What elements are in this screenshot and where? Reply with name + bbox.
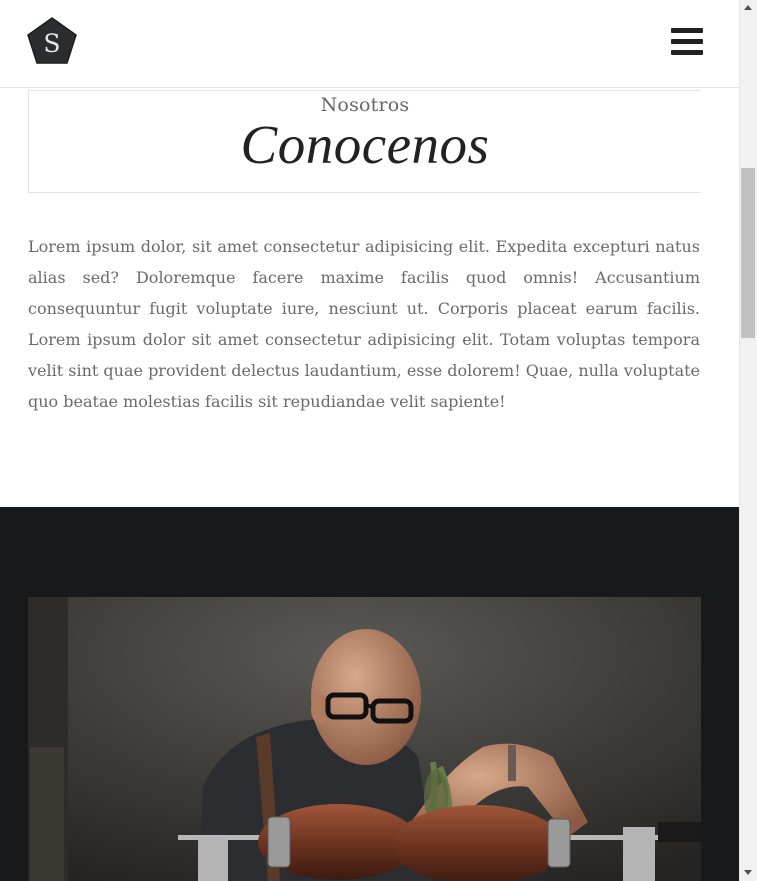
site-logo[interactable]: S	[25, 16, 79, 66]
logo-letter: S	[43, 29, 60, 58]
menu-bar	[671, 50, 703, 55]
hamburger-menu-icon[interactable]	[671, 28, 703, 56]
scroll-down-arrow-icon[interactable]	[740, 864, 757, 881]
about-paragraph: Lorem ipsum dolor, sit amet consectetur …	[28, 237, 700, 411]
page-viewport: S Nosotros Conocenos Lorem ipsum dolor, …	[0, 0, 739, 881]
chef-roasting-image	[28, 597, 701, 881]
scrollbar-thumb[interactable]	[741, 168, 755, 338]
menu-bar	[671, 39, 703, 44]
scroll-up-arrow-icon[interactable]	[740, 0, 757, 17]
site-header: S	[0, 0, 739, 88]
dark-section	[0, 507, 739, 881]
menu-bar	[671, 28, 703, 33]
vertical-scrollbar[interactable]	[739, 0, 757, 881]
section-title: Conocenos	[240, 114, 490, 175]
chef-photo	[28, 597, 701, 881]
section-title-box: Nosotros Conocenos	[28, 90, 701, 193]
pentagon-logo-icon: S	[27, 17, 77, 64]
